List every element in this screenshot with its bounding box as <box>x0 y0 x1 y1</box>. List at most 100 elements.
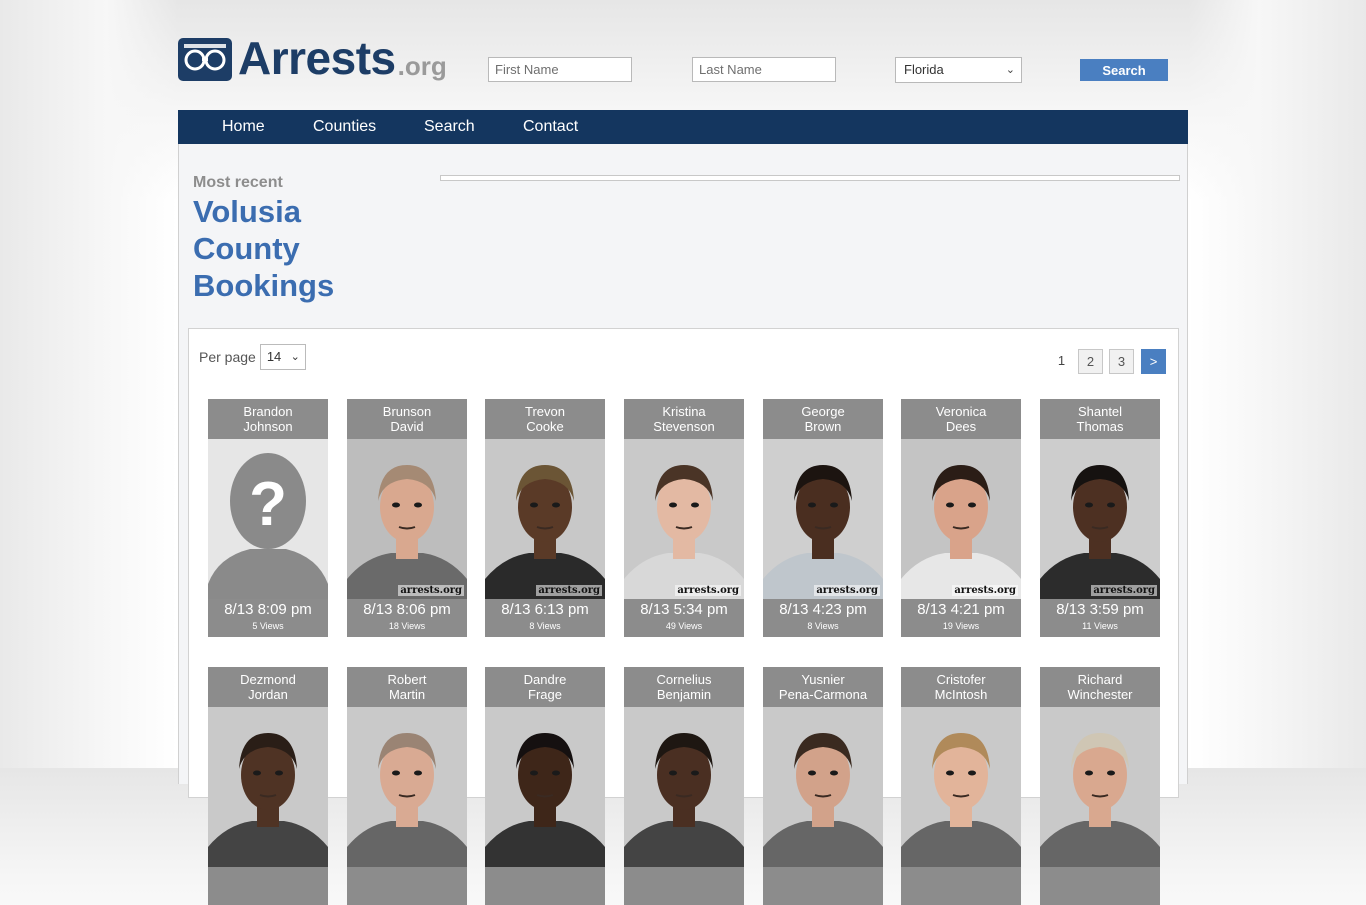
page-title-line: Volusia <box>193 194 301 229</box>
mugshot-photo[interactable]: arrests.org <box>901 439 1021 599</box>
nav-counties[interactable]: Counties <box>313 110 376 144</box>
ad-placeholder <box>440 175 1180 181</box>
booking-time: 8/13 8:06 pm <box>363 601 451 618</box>
no-photo-silhouette[interactable]: ? <box>208 439 328 599</box>
per-page-control: Per page 14 ⌄ <box>199 344 306 370</box>
booking-name[interactable]: George Brown <box>763 399 883 439</box>
nav-home[interactable]: Home <box>222 110 265 144</box>
booking-name[interactable]: Trevon Cooke <box>485 399 605 439</box>
booking-card[interactable]: Trevon Cooke arrests.org 8/13 6:13 pm 8 View… <box>485 399 605 637</box>
per-page-select[interactable]: 14 ⌄ <box>259 344 306 370</box>
mugshot-photo[interactable]: arrests.org <box>347 439 467 599</box>
page-title-line: Bookings <box>193 268 335 303</box>
booking-first-name: Trevon <box>525 404 565 419</box>
booking-name[interactable]: Cornelius Benjamin <box>624 667 744 707</box>
booking-last-name: Benjamin <box>656 687 712 702</box>
booking-card[interactable]: Brandon Johnson? 8/13 8:09 pm 5 Views <box>208 399 328 637</box>
watermark: arrests.org <box>814 585 880 596</box>
booking-time: 8/13 4:23 pm <box>779 601 867 618</box>
booking-card[interactable]: Dandre Frage <box>485 667 605 905</box>
page-title: Volusia County Bookings <box>193 193 393 304</box>
booking-card[interactable]: Dezmond Jordan <box>208 667 328 905</box>
nav-contact[interactable]: Contact <box>523 110 578 144</box>
booking-name[interactable]: Brandon Johnson <box>208 399 328 439</box>
booking-last-name: Johnson <box>243 419 293 434</box>
booking-last-name: Pena-Carmona <box>778 687 868 702</box>
booking-last-name: Stevenson <box>653 419 715 434</box>
main-nav: Home Counties Search Contact <box>178 110 1188 144</box>
booking-time: 8/13 4:21 pm <box>917 601 1005 618</box>
booking-name[interactable]: Kristina Stevenson <box>624 399 744 439</box>
handcuffs-logo-icon <box>178 38 232 81</box>
booking-views: 18 Views <box>388 621 426 631</box>
booking-name[interactable]: Dandre Frage <box>485 667 605 707</box>
main-content: Most recent Volusia County Bookings Per … <box>178 144 1188 905</box>
booking-first-name: Cornelius <box>656 672 712 687</box>
page-current: 1 <box>1057 353 1066 368</box>
booking-first-name: Dandre <box>523 672 567 687</box>
mugshot-photo[interactable]: arrests.org <box>763 439 883 599</box>
site-logo[interactable]: Arrests .org <box>178 35 447 81</box>
booking-card[interactable]: Cristofer McIntosh <box>901 667 1021 905</box>
booking-views: 11 Views <box>1082 621 1118 631</box>
booking-name[interactable]: Veronica Dees <box>901 399 1021 439</box>
booking-first-name: Brunson <box>382 404 432 419</box>
per-page-value: 14 <box>266 349 282 364</box>
booking-name[interactable]: Robert Martin <box>347 667 467 707</box>
booking-time: 8/13 3:59 pm <box>1056 601 1144 618</box>
watermark: arrests.org <box>1091 585 1157 596</box>
booking-views: 5 Views <box>252 621 284 631</box>
page-link[interactable]: 3 <box>1109 349 1134 374</box>
booking-views: 19 Views <box>942 621 980 631</box>
booking-name[interactable]: Shantel Thomas <box>1040 399 1160 439</box>
booking-last-name: Jordan <box>248 687 288 702</box>
mugshot-photo[interactable] <box>1040 707 1160 867</box>
booking-name[interactable]: Brunson David <box>347 399 467 439</box>
watermark: arrests.org <box>675 585 741 596</box>
booking-card[interactable]: Kristina Stevenson arrests.org 8/13 5:34 pm… <box>624 399 744 637</box>
booking-first-name: George <box>801 404 845 419</box>
next-page-button[interactable]: > <box>1141 349 1166 374</box>
mugshot-photo[interactable]: arrests.org <box>1040 439 1160 599</box>
mugshot-photo[interactable] <box>763 707 883 867</box>
booking-name[interactable]: Cristofer McIntosh <box>901 667 1021 707</box>
watermark: arrests.org <box>952 585 1018 596</box>
mugshot-photo[interactable]: arrests.org <box>624 439 744 599</box>
booking-card[interactable]: Richard Winchester <box>1040 667 1160 905</box>
booking-last-name: Martin <box>388 687 426 702</box>
chevron-down-icon: ⌄ <box>290 351 300 363</box>
booking-last-name: Thomas <box>1076 419 1124 434</box>
booking-first-name: Brandon <box>243 404 293 419</box>
search-button[interactable]: Search <box>1080 59 1168 81</box>
booking-card[interactable]: Yusnier Pena-Carmona <box>763 667 883 905</box>
booking-name[interactable]: Dezmond Jordan <box>208 667 328 707</box>
watermark: arrests.org <box>398 585 464 596</box>
mugshot-photo[interactable] <box>208 707 328 867</box>
page-link[interactable]: 2 <box>1078 349 1103 374</box>
booking-time: 8/13 6:13 pm <box>501 601 589 618</box>
booking-name[interactable]: Richard Winchester <box>1040 667 1160 707</box>
booking-views: 49 Views <box>665 621 703 631</box>
mugshot-photo[interactable] <box>901 707 1021 867</box>
first-name-input[interactable] <box>488 57 632 82</box>
booking-last-name: McIntosh <box>934 687 988 702</box>
mugshot-photo[interactable] <box>485 707 605 867</box>
bookings-panel: Per page 14 ⌄ 1 2 3 > Brandon Johnson? 8/1… <box>188 328 1179 905</box>
nav-search[interactable]: Search <box>424 110 475 144</box>
per-page-label: Per page <box>199 349 256 365</box>
booking-card[interactable]: Shantel Thomas arrests.org 8/13 3:59 pm 11 V… <box>1040 399 1160 637</box>
booking-card[interactable]: Cornelius Benjamin <box>624 667 744 905</box>
booking-card[interactable]: George Brown arrests.org 8/13 4:23 pm 8 View… <box>763 399 883 637</box>
state-select[interactable]: Florida ⌄ <box>895 57 1022 83</box>
mugshot-photo[interactable]: arrests.org <box>485 439 605 599</box>
logo-wordmark: Arrests <box>238 32 396 84</box>
last-name-input[interactable] <box>692 57 836 82</box>
booking-card[interactable]: Robert Martin <box>347 667 467 905</box>
booking-card[interactable]: Veronica Dees arrests.org 8/13 4:21 pm 19 Vi… <box>901 399 1021 637</box>
booking-name[interactable]: Yusnier Pena-Carmona <box>763 667 883 707</box>
mugshot-photo[interactable] <box>624 707 744 867</box>
booking-time: 8/13 8:09 pm <box>224 601 312 618</box>
booking-card[interactable]: Brunson David arrests.org 8/13 8:06 pm 18 Vi… <box>347 399 467 637</box>
mugshot-photo[interactable] <box>347 707 467 867</box>
svg-text:?: ? <box>249 470 287 539</box>
